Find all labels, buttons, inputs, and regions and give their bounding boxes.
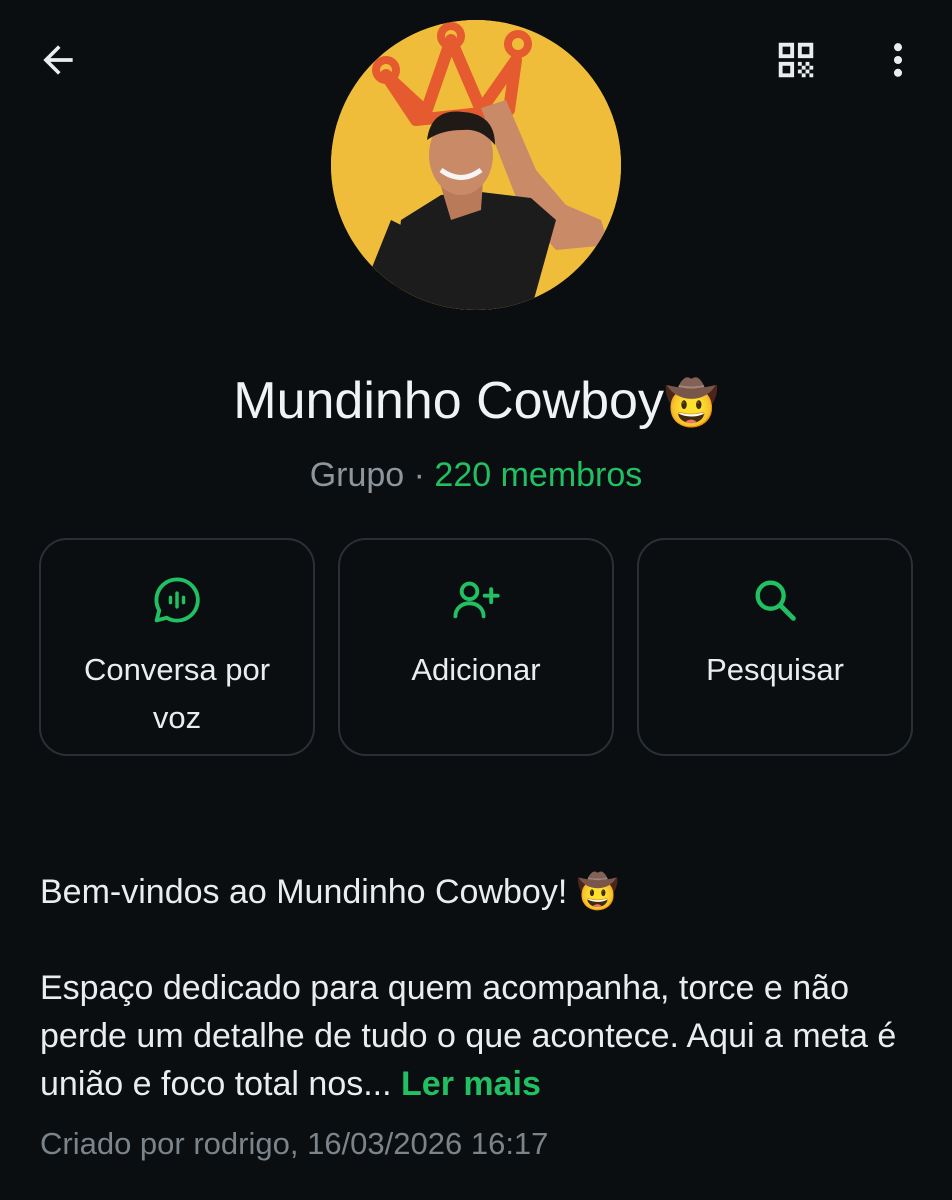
- search-button[interactable]: Pesquisar: [637, 538, 913, 756]
- more-vertical-icon: [893, 43, 903, 77]
- group-avatar[interactable]: [331, 20, 621, 310]
- action-buttons: Conversa por voz Adicionar Pesquisar: [39, 538, 913, 758]
- created-by-info: Criado por rodrigo, 16/03/2026 16:17: [40, 1126, 549, 1161]
- add-person-icon: [450, 574, 502, 626]
- qr-code-icon: [778, 42, 814, 78]
- cowboy-emoji-icon: 🤠: [663, 379, 719, 428]
- group-type: Grupo: [309, 456, 405, 494]
- arrow-left-icon: [43, 45, 73, 75]
- group-meta: Grupo · 220 membros: [0, 452, 952, 498]
- group-description[interactable]: Bem-vindos ao Mundinho Cowboy! 🤠 Espaço …: [40, 868, 920, 1108]
- group-name-text: Mundinho Cowboy: [233, 372, 664, 430]
- back-button[interactable]: [30, 36, 86, 84]
- group-photo: [331, 20, 621, 310]
- description-greeting: Bem-vindos ao Mundinho Cowboy! 🤠: [40, 873, 620, 911]
- group-name[interactable]: Mundinho Cowboy🤠: [0, 366, 952, 439]
- add-member-label: Adicionar: [411, 652, 541, 687]
- more-options-button[interactable]: [872, 34, 924, 86]
- description-body: Espaço dedicado para quem acompanha, tor…: [40, 964, 920, 1108]
- voice-chat-button[interactable]: Conversa por voz: [39, 538, 315, 756]
- search-icon: [749, 574, 801, 626]
- meta-separator: ·: [404, 456, 435, 494]
- qr-code-button[interactable]: [768, 34, 824, 86]
- members-count-link[interactable]: 220 membros: [434, 456, 642, 494]
- search-label: Pesquisar: [706, 652, 844, 687]
- add-member-button[interactable]: Adicionar: [338, 538, 614, 756]
- read-more-link[interactable]: Ler mais: [401, 1065, 541, 1103]
- group-info-screen: Mundinho Cowboy🤠 Grupo · 220 membros Con…: [0, 0, 952, 1200]
- voice-chat-icon: [151, 574, 203, 626]
- voice-chat-label: Conversa por voz: [83, 652, 271, 735]
- section-divider: [0, 800, 952, 820]
